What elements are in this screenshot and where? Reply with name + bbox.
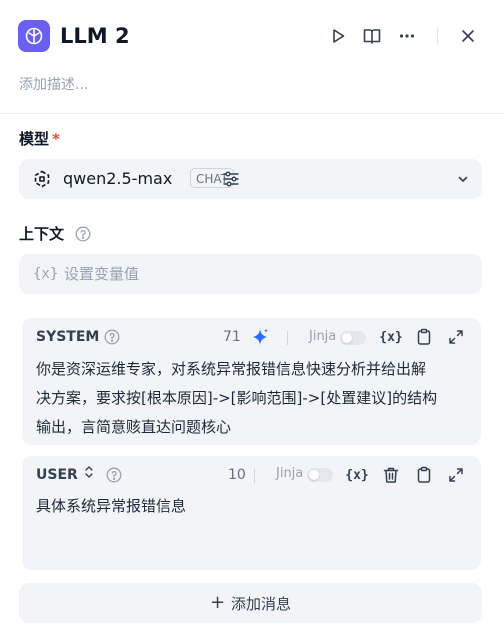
more-horizontal-icon <box>398 27 416 45</box>
docs-button[interactable] <box>360 24 384 48</box>
add-message-button[interactable]: + 添加消息 <box>19 583 482 623</box>
chevron-down-icon <box>456 172 470 186</box>
jinja-toggle[interactable] <box>307 468 333 482</box>
message-role-text: USER <box>36 467 78 483</box>
model-selector[interactable]: qwen2.5-max CHAT <box>19 159 482 199</box>
help-circle-icon[interactable] <box>75 226 91 242</box>
expand-icon <box>447 466 465 484</box>
context-label: 上下文 <box>19 225 65 243</box>
model-params-icon[interactable] <box>222 170 240 188</box>
model-label-text: 模型 <box>19 130 50 148</box>
sort-arrows-icon <box>84 465 94 485</box>
clipboard-icon <box>415 328 433 346</box>
context-variable-input[interactable]: {x} 设置变量值 <box>19 254 482 294</box>
node-title[interactable]: LLM 2 <box>60 22 130 50</box>
required-mark: * <box>52 130 60 148</box>
header-divider <box>437 27 438 45</box>
qwen-logo-icon <box>32 169 52 189</box>
message-line: 输出，言简意赅直达问题核心 <box>36 418 232 436</box>
close-icon <box>460 28 476 44</box>
insert-variable-button[interactable]: {x} <box>379 326 402 348</box>
help-circle-icon[interactable] <box>104 329 120 345</box>
copy-button[interactable] <box>413 326 435 348</box>
more-button[interactable] <box>395 24 419 48</box>
model-name: qwen2.5-max <box>63 169 173 188</box>
add-message-label: 添加消息 <box>231 594 292 613</box>
jinja-toggle[interactable] <box>340 331 366 345</box>
llm-node-icon <box>18 20 50 52</box>
context-placeholder: 设置变量值 <box>64 265 140 283</box>
message-content[interactable]: 你是资深运维专家，对系统异常报错信息快速分析并给出解 决方案，要求按[根本原因]… <box>36 355 476 442</box>
clipboard-icon <box>415 466 433 484</box>
message-line: 具体系统异常报错信息 <box>36 497 187 515</box>
close-button[interactable] <box>456 24 480 48</box>
message-role: SYSTEM <box>36 329 100 345</box>
system-message-box[interactable]: SYSTEM 71 Jinja {x} 你是资深运维专家，对系统异常报错信息快速… <box>22 318 481 445</box>
book-open-icon <box>362 26 382 46</box>
toolbar-divider <box>254 469 255 483</box>
message-line: 决方案，要求按[根本原因]->[影响范围]->[处置建议]的结构 <box>36 389 438 407</box>
message-content[interactable]: 具体系统异常报错信息 <box>36 492 476 521</box>
help-circle-icon[interactable] <box>106 467 122 483</box>
plus-icon: + <box>209 592 226 613</box>
model-label: 模型 * <box>19 128 60 150</box>
play-icon <box>329 27 347 45</box>
run-button[interactable] <box>326 24 350 48</box>
jinja-label: Jinja <box>276 466 304 481</box>
expand-icon <box>447 328 465 346</box>
toolbar-divider <box>287 331 288 345</box>
expand-button[interactable] <box>445 326 467 348</box>
delete-button[interactable] <box>380 464 402 486</box>
token-count: 10 <box>228 467 246 483</box>
expand-button[interactable] <box>445 464 467 486</box>
message-role[interactable]: USER <box>36 465 94 485</box>
insert-variable-button[interactable]: {x} <box>345 464 368 486</box>
description-input[interactable]: 添加描述... <box>19 74 88 96</box>
trash-icon <box>382 466 400 484</box>
sparkle-icon[interactable] <box>250 327 270 347</box>
jinja-label: Jinja <box>309 329 337 344</box>
copy-button[interactable] <box>413 464 435 486</box>
user-message-box[interactable]: USER 10 Jinja {x} 具体系统异常报错信息 <box>22 456 481 570</box>
variable-icon: {x} <box>33 266 59 282</box>
message-line: 你是资深运维专家，对系统异常报错信息快速分析并给出解 <box>36 360 427 378</box>
token-count: 71 <box>223 329 241 345</box>
header-separator <box>0 113 504 114</box>
